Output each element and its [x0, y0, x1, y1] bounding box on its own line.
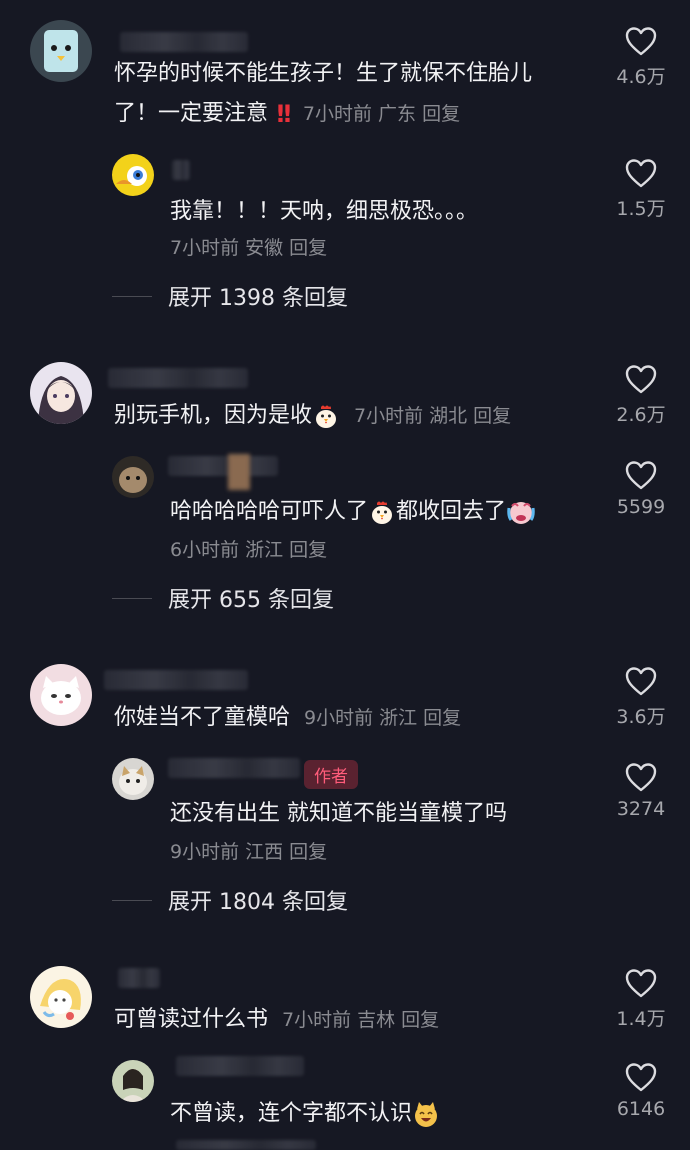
like-button[interactable]: 3.6万 — [606, 666, 676, 729]
comment-meta[interactable]: 7小时前 广东 回复 — [303, 103, 460, 125]
reply-text: 哈哈哈哈哈可吓人了 都收回去了 — [170, 492, 536, 532]
reply-meta[interactable]: 6小时前 浙江 回复 — [170, 536, 327, 564]
heart-icon — [625, 666, 657, 696]
expand-replies-label: 展开 655 条回复 — [168, 588, 334, 613]
reply-meta[interactable]: 7小时前 安徽 回复 — [170, 234, 327, 262]
avatar-image — [112, 456, 154, 498]
comment-text: 怀孕的时候不能生孩子！生了就保不住胎儿 了！一定要注意 !! 7小时前 广东 回… — [114, 54, 604, 134]
heart-icon — [625, 364, 657, 394]
avatar-image — [30, 664, 92, 726]
heart-icon — [625, 762, 657, 792]
like-button[interactable]: 1.5万 — [606, 158, 676, 221]
like-button[interactable]: 3274 — [606, 762, 676, 820]
username-blurred[interactable] — [108, 368, 248, 388]
like-count: 3.6万 — [616, 706, 666, 728]
username-blurred[interactable] — [120, 32, 248, 52]
divider — [112, 899, 152, 901]
comment-meta[interactable]: 7小时前 湖北 回复 — [354, 405, 511, 427]
cut-off-content — [176, 1140, 316, 1150]
username-blurred[interactable] — [172, 160, 190, 180]
reply-avatar[interactable] — [112, 758, 154, 800]
avatar-image — [112, 154, 154, 196]
reply-avatar[interactable] — [112, 154, 154, 196]
user-avatar[interactable] — [30, 664, 92, 726]
user-avatar[interactable] — [30, 362, 92, 424]
chicken-emoji-icon — [368, 498, 396, 526]
heart-icon — [625, 968, 657, 998]
like-count: 5599 — [616, 496, 666, 518]
avatar-image — [30, 362, 92, 424]
avatar-image — [30, 20, 92, 82]
like-button[interactable]: 1.4万 — [606, 968, 676, 1031]
reply-meta[interactable]: 9小时前 江西 回复 — [170, 838, 327, 866]
chicken-emoji-icon — [312, 402, 340, 430]
user-avatar[interactable] — [30, 20, 92, 82]
heart-icon — [625, 1062, 657, 1092]
user-avatar[interactable] — [30, 966, 92, 1028]
expand-replies-label: 展开 1398 条回复 — [168, 286, 348, 311]
heart-icon — [625, 460, 657, 490]
double-exclamation-icon: !! — [275, 100, 293, 128]
reply-text: 我靠！！！天呐，细思极恐。。。 — [170, 199, 479, 224]
comment-text: 别玩手机，因为是收 7小时前 湖北 回复 — [114, 402, 512, 430]
divider — [112, 597, 152, 599]
like-button[interactable]: 6146 — [606, 1062, 676, 1120]
like-count: 1.5万 — [616, 198, 666, 220]
expand-replies-label: 展开 1804 条回复 — [168, 890, 348, 915]
like-button[interactable]: 5599 — [606, 460, 676, 518]
reply-text: 不曾读，连个字都不认识 — [170, 1094, 440, 1134]
avatar-image — [30, 966, 92, 1028]
comment-meta[interactable]: 9小时前 浙江 回复 — [304, 707, 461, 729]
blurred-avatar-fragment — [228, 454, 250, 490]
crying-face-icon — [507, 502, 535, 524]
username-blurred[interactable] — [118, 968, 160, 988]
reply-avatar[interactable] — [112, 456, 154, 498]
heart-icon — [625, 158, 657, 188]
expand-replies-button[interactable]: 展开 1804 条回复 — [112, 884, 348, 916]
comment-text: 可曾读过什么书 7小时前 吉林 回复 — [114, 1007, 440, 1032]
like-count: 3274 — [616, 798, 666, 820]
like-count: 6146 — [616, 1098, 666, 1120]
expand-replies-button[interactable]: 展开 655 条回复 — [112, 582, 334, 614]
heart-icon — [625, 26, 657, 56]
username-blurred[interactable] — [168, 456, 278, 476]
like-count: 1.4万 — [616, 1008, 666, 1030]
like-button[interactable]: 2.6万 — [606, 364, 676, 427]
laughing-cat-emoji-icon — [415, 1102, 438, 1127]
username-blurred[interactable] — [168, 758, 300, 778]
expand-replies-button[interactable]: 展开 1398 条回复 — [112, 280, 348, 312]
divider — [112, 295, 152, 297]
like-count: 2.6万 — [616, 404, 666, 426]
reply-text: 还没有出生 就知道不能当童模了吗 — [170, 801, 507, 826]
comment-meta[interactable]: 7小时前 吉林 回复 — [282, 1009, 439, 1031]
avatar-image — [112, 758, 154, 800]
like-count: 4.6万 — [616, 66, 666, 88]
author-badge: 作者 — [304, 760, 358, 789]
comment-text: 你娃当不了童模哈 9小时前 浙江 回复 — [114, 705, 462, 730]
reply-avatar[interactable] — [112, 1060, 154, 1102]
username-blurred[interactable] — [176, 1056, 304, 1076]
username-blurred[interactable] — [104, 670, 248, 690]
avatar-image — [112, 1060, 154, 1102]
like-button[interactable]: 4.6万 — [606, 26, 676, 89]
